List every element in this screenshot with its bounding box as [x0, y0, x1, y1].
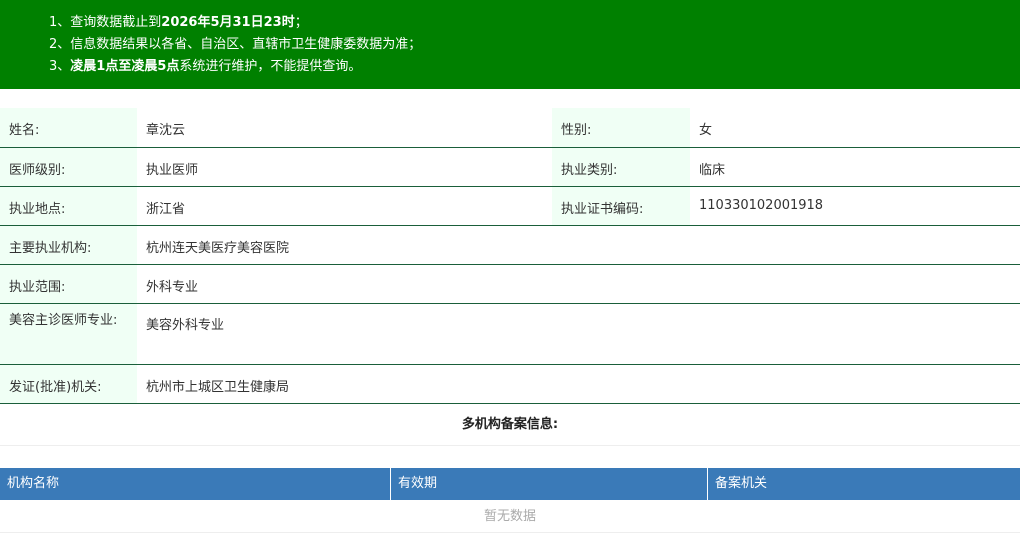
- notice-maintenance-time: 凌晨1点至凌晨5点: [70, 59, 180, 74]
- authority-label: 发证(批准)机关:: [0, 364, 137, 404]
- info-row-institution: 主要执业机构: 杭州连天美医疗美容医院: [0, 225, 1020, 265]
- doctor-info-table: 姓名: 章沈云 性别: 女 医师级别: 执业医师 执业类别: 临床 执业地点: …: [0, 108, 1020, 404]
- institution-value: 杭州连天美医疗美容医院: [137, 225, 1020, 265]
- notice-line-1: 1、查询数据截止到2026年5月31日23时；: [49, 15, 308, 30]
- column-header-authority[interactable]: 备案机关: [708, 468, 1020, 500]
- institution-label: 主要执业机构:: [0, 225, 137, 265]
- gender-value: 女: [690, 108, 1020, 148]
- info-row-cosmetic: 美容主诊医师专业: 美容外科专业: [0, 303, 1020, 365]
- location-label: 执业地点:: [0, 186, 137, 226]
- info-row-location: 执业地点: 浙江省 执业证书编码: 110330102001918: [0, 186, 1020, 226]
- cert-value: 110330102001918: [690, 186, 1020, 226]
- column-header-institution[interactable]: 机构名称: [0, 468, 391, 500]
- level-value: 执业医师: [137, 147, 552, 187]
- column-header-validity[interactable]: 有效期: [391, 468, 708, 500]
- category-label: 执业类别:: [552, 147, 690, 187]
- cosmetic-value: 美容外科专业: [137, 303, 1020, 365]
- scope-label: 执业范围:: [0, 264, 137, 304]
- name-label: 姓名:: [0, 108, 137, 148]
- category-value: 临床: [690, 147, 1020, 187]
- info-row-authority: 发证(批准)机关: 杭州市上城区卫生健康局: [0, 364, 1020, 404]
- multi-institution-table-header: 机构名称 有效期 备案机关: [0, 468, 1020, 500]
- empty-data-message: 暂无数据: [0, 500, 1020, 533]
- cert-label: 执业证书编码:: [552, 186, 690, 226]
- multi-institution-title: 多机构备案信息:: [0, 404, 1020, 446]
- scope-value: 外科专业: [137, 264, 1020, 304]
- notice-line-2: 2、信息数据结果以各省、自治区、直辖市卫生健康委数据为准；: [49, 37, 422, 52]
- location-value: 浙江省: [137, 186, 552, 226]
- info-row-scope: 执业范围: 外科专业: [0, 264, 1020, 304]
- authority-value: 杭州市上城区卫生健康局: [137, 364, 1020, 404]
- name-value: 章沈云: [137, 108, 552, 148]
- notice-banner: 1、查询数据截止到2026年5月31日23时； 2、信息数据结果以各省、自治区、…: [0, 0, 1020, 89]
- notice-line-3: 3、凌晨1点至凌晨5点系统进行维护，不能提供查询。: [49, 59, 362, 74]
- info-row-name: 姓名: 章沈云 性别: 女: [0, 108, 1020, 148]
- gender-label: 性别:: [552, 108, 690, 148]
- level-label: 医师级别:: [0, 147, 137, 187]
- cosmetic-label: 美容主诊医师专业:: [0, 303, 137, 365]
- notice-cutoff-date: 2026年5月31日23时: [161, 15, 295, 30]
- info-row-level: 医师级别: 执业医师 执业类别: 临床: [0, 147, 1020, 187]
